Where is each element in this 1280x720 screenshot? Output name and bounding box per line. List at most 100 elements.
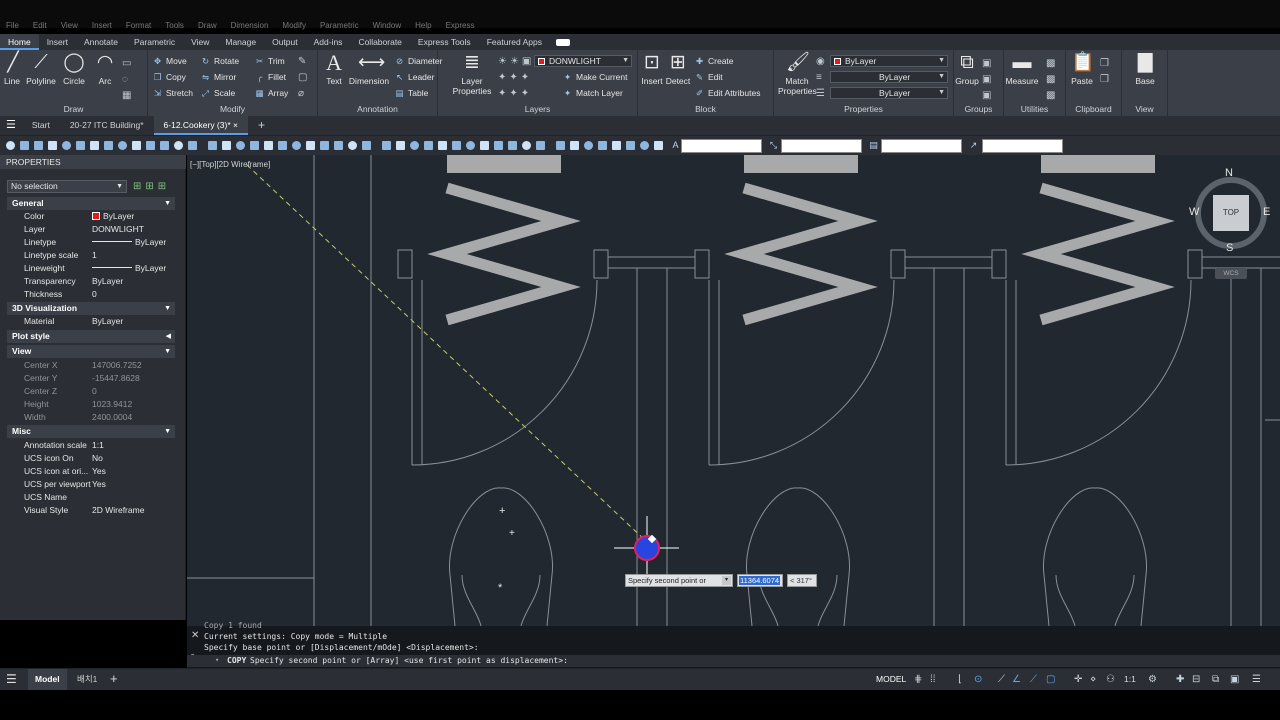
arc-button[interactable]: ◠ Arc <box>92 52 118 86</box>
prop-center-x[interactable]: Center X 147006.7252 <box>7 359 175 372</box>
menu-tools[interactable]: Tools <box>165 22 184 34</box>
toolbar-tool-icon[interactable] <box>452 141 461 150</box>
toolbar-tool-icon[interactable] <box>584 141 593 150</box>
section-3d-visualization[interactable]: 3D Visualization ▼ <box>7 302 175 315</box>
distance-input[interactable]: 11364.6074 <box>737 574 783 587</box>
toolbar-tool-icon[interactable] <box>466 141 475 150</box>
toolbar-tool-icon[interactable] <box>104 141 113 150</box>
tab-annotate[interactable]: Annotate <box>76 34 126 50</box>
trim-button[interactable]: ✂ Trim <box>254 56 285 66</box>
toolbar-tool-icon[interactable] <box>20 141 29 150</box>
isolate-objects-icon[interactable]: ⊟ <box>1192 674 1200 685</box>
menu-edit[interactable]: Edit <box>33 22 47 34</box>
doc-tab-itc-building[interactable]: 20-27 ITC Building* <box>60 116 154 135</box>
table-style-field[interactable] <box>881 139 962 153</box>
close-icon[interactable]: × <box>233 120 238 130</box>
drawing-viewport[interactable]: + + * [−][Top][2D Wireframe] TOP N S W E… <box>187 155 1280 626</box>
toolbar-tool-icon[interactable] <box>48 141 57 150</box>
annotation-autoscale-icon[interactable]: ⚇ <box>1106 674 1115 685</box>
prop-width[interactable]: Width 2400.0004 <box>7 411 175 424</box>
compass-south[interactable]: S <box>1226 242 1233 254</box>
menu-modify[interactable]: Modify <box>282 22 306 34</box>
toolbar-tool-icon[interactable] <box>626 141 635 150</box>
section-plot-style[interactable]: Plot style ◀ <box>7 330 175 343</box>
toolbar-tool-icon[interactable] <box>208 141 217 150</box>
move-button[interactable]: ✥ Move <box>152 56 187 66</box>
tab-collaborate[interactable]: Collaborate <box>350 34 409 50</box>
menu-insert[interactable]: Insert <box>92 22 112 34</box>
modify-extra-icons[interactable]: ✎ ▢ ⌀ <box>298 54 310 102</box>
doc-tab-cookery[interactable]: 6-12.Cookery (3)* × <box>153 116 248 135</box>
toolbar-tool-icon[interactable] <box>188 141 197 150</box>
table-button[interactable]: ▤ Table <box>394 88 428 98</box>
diameter-button[interactable]: ⊘ Diameter <box>394 56 443 66</box>
menu-view[interactable]: View <box>61 22 78 34</box>
layout-tab-1[interactable]: 배치1 <box>74 669 100 690</box>
toolbar-tool-icon[interactable] <box>264 141 273 150</box>
layout-menu-icon[interactable]: ☰ <box>6 672 17 686</box>
panel-block-title[interactable]: Block <box>638 104 773 114</box>
toolbar-tool-icon[interactable] <box>348 141 357 150</box>
layer-tool-icons-row1[interactable]: ✦✦✦ <box>498 72 532 83</box>
annotation-scale-dropdown[interactable]: 1:1 <box>1124 674 1136 684</box>
menu-parametric[interactable]: Parametric <box>320 22 359 34</box>
section-general[interactable]: General ▼ <box>7 197 175 210</box>
panel-clipboard-title[interactable]: Clipboard <box>1066 104 1121 114</box>
prop-visual-style[interactable]: Visual Style 2D Wireframe <box>7 504 175 517</box>
model-space-toggle[interactable]: MODEL <box>876 674 906 684</box>
toolbar-tool-icon[interactable] <box>522 141 531 150</box>
prop-color[interactable]: Color ByLayer <box>7 210 175 223</box>
group-extra-icons[interactable]: ▣ ▣ ▣ <box>982 56 994 104</box>
compass-east[interactable]: E <box>1263 206 1270 218</box>
customization-icon[interactable]: ☰ <box>1252 674 1261 685</box>
prop-annotation-scale[interactable]: Annotation scale 1:1 <box>7 439 175 452</box>
tab-view[interactable]: View <box>183 34 217 50</box>
toolbar-tool-icon[interactable] <box>382 141 391 150</box>
hamburger-menu-icon[interactable]: ☰ <box>0 116 22 135</box>
base-button[interactable]: ▇ Base <box>1130 52 1160 86</box>
layer-dropdown[interactable]: DONWLIGHT ▼ <box>534 55 632 67</box>
make-current-button[interactable]: ✦ Make Current <box>562 72 628 82</box>
toolbar-tool-icon[interactable] <box>536 141 545 150</box>
toolbar-tool-icon[interactable] <box>598 141 607 150</box>
prop-ucs-per-viewport[interactable]: UCS per viewport Yes <box>7 478 175 491</box>
prop-ucs-name[interactable]: UCS Name <box>7 491 175 504</box>
prop-center-y[interactable]: Center Y -15447.8628 <box>7 372 175 385</box>
tab-manage[interactable]: Manage <box>217 34 264 50</box>
menu-dimension[interactable]: Dimension <box>231 22 269 34</box>
dim-style-icon[interactable]: ⤡ <box>768 140 779 151</box>
clean-screen-icon[interactable]: ▣ <box>1230 674 1239 685</box>
toolbar-tool-icon[interactable] <box>278 141 287 150</box>
toolbar-tool-icon[interactable] <box>146 141 155 150</box>
toolbar-tool-icon[interactable] <box>132 141 141 150</box>
add-layout-button[interactable]: + <box>110 671 118 686</box>
panel-groups-title[interactable]: Groups <box>954 104 1003 114</box>
drawing-canvas[interactable]: + + * <box>187 155 1280 626</box>
edit-block-button[interactable]: ✎ Edit <box>694 72 723 82</box>
angle-input[interactable]: < 317° <box>787 574 817 587</box>
measure-button[interactable]: ▬ Measure <box>1004 52 1040 86</box>
plus-icon[interactable]: ✚ <box>1176 674 1184 685</box>
tab-parametric[interactable]: Parametric <box>126 34 183 50</box>
multileader-style-icon[interactable]: ↗ <box>968 140 979 151</box>
table-style-icon[interactable]: ▤ <box>868 140 879 151</box>
menu-help[interactable]: Help <box>415 22 431 34</box>
prop-center-z[interactable]: Center Z0 <box>7 385 175 398</box>
lineweight-toggle-icon[interactable]: ⟋ <box>1030 674 1037 685</box>
stretch-button[interactable]: ⇲ Stretch <box>152 88 193 98</box>
linetype-dropdown[interactable]: ByLayer ▼ <box>830 87 948 99</box>
compass-north[interactable]: N <box>1225 167 1233 179</box>
array-button[interactable]: ▦ Array <box>254 88 288 98</box>
layer-state-icons[interactable]: ☀☀▣ <box>498 56 534 67</box>
grid-icon[interactable]: ⋕ <box>914 674 922 685</box>
prop-ucs-icon-on[interactable]: UCS icon On No <box>7 452 175 465</box>
annotation-visibility-icon[interactable]: ⋄ <box>1090 674 1096 685</box>
fillet-button[interactable]: ╭ Fillet <box>254 72 286 82</box>
utilities-extra-icons[interactable]: ▩ ▩ ▩ <box>1046 56 1058 104</box>
menu-format[interactable]: Format <box>126 22 151 34</box>
panel-utilities-title[interactable]: Utilities <box>1004 104 1065 114</box>
toolbar-tool-icon[interactable] <box>424 141 433 150</box>
layout-tab-model[interactable]: Model <box>28 669 67 690</box>
panel-layers-title[interactable]: Layers <box>438 104 637 114</box>
wcs-menu[interactable]: WCS <box>1215 268 1247 279</box>
